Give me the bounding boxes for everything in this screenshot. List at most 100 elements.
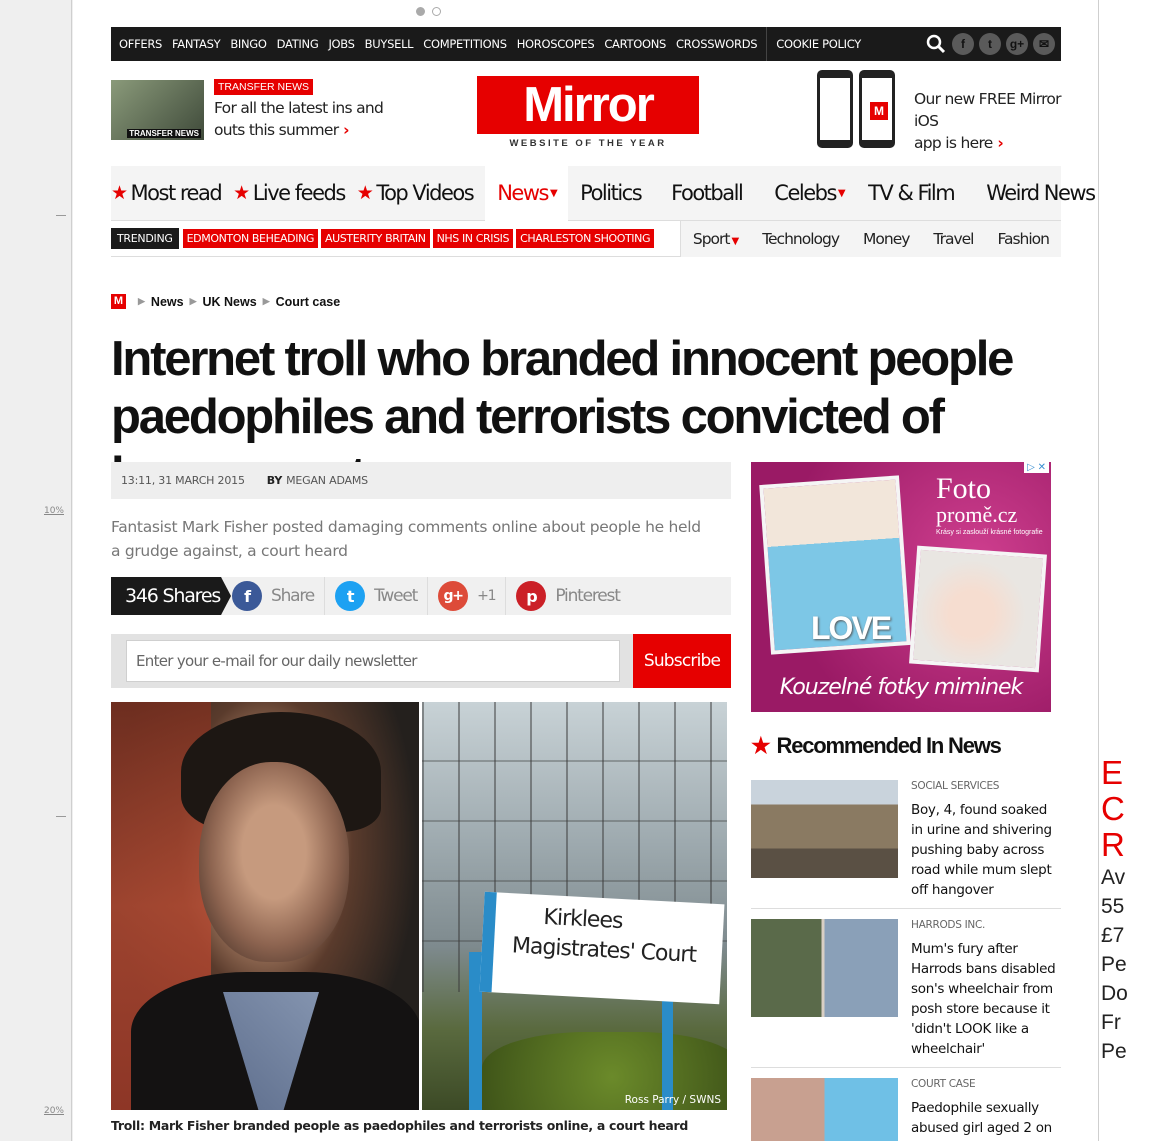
divider bbox=[766, 27, 768, 61]
email-icon[interactable]: ✉ bbox=[1033, 33, 1055, 55]
trending-tag[interactable]: AUSTERITY BRITAIN bbox=[321, 229, 430, 248]
promo-line-1[interactable]: For all the latest ins and bbox=[214, 97, 384, 119]
nav-label: Weird News bbox=[986, 181, 1096, 205]
court-sign-photo[interactable]: Kirklees Magistrates' Court Ross Parry /… bbox=[422, 702, 727, 1110]
app-promo-line-1[interactable]: Our new FREE Mirror iOS bbox=[914, 88, 1074, 132]
transfer-news-thumbnail[interactable]: TRANSFER NEWS bbox=[111, 80, 204, 140]
nav-tv-film[interactable]: TV & Film bbox=[856, 166, 966, 221]
gutter-mark-10: 10% bbox=[43, 506, 64, 516]
left-scroll-gutter: 10% 20% bbox=[0, 0, 72, 1141]
ad-brand: Foto promě.cz Krásy si zaslouží krásné f… bbox=[936, 474, 1043, 537]
topnav-bingo[interactable]: BINGO bbox=[225, 37, 271, 51]
star-icon: ★ bbox=[111, 182, 128, 204]
google-plus-icon[interactable]: g+ bbox=[1006, 33, 1028, 55]
recommended-headline[interactable]: Boy, 4, found soaked in urine and shiver… bbox=[911, 800, 1061, 900]
subnav-fashion[interactable]: Fashion bbox=[985, 230, 1061, 248]
topnav-competitions[interactable]: COMPETITIONS bbox=[418, 37, 511, 51]
photo-caption: Troll: Mark Fisher branded people as pae… bbox=[111, 1118, 689, 1133]
breadcrumb-uk-news[interactable]: UK News bbox=[203, 295, 257, 309]
breadcrumb-news[interactable]: News bbox=[151, 295, 184, 309]
clipped-text: E bbox=[1101, 754, 1124, 791]
trending-tag[interactable]: NHS IN CRISIS bbox=[432, 229, 514, 248]
topnav-buysell[interactable]: BUYSELL bbox=[360, 37, 419, 51]
breadcrumb-court-case[interactable]: Court case bbox=[276, 295, 341, 309]
subscribe-button[interactable]: Subscribe bbox=[633, 634, 731, 688]
star-icon: ★ bbox=[356, 182, 374, 204]
clipped-text: Av bbox=[1101, 866, 1126, 889]
mark-fisher-photo[interactable] bbox=[111, 702, 419, 1110]
recommended-thumbnail[interactable] bbox=[751, 780, 898, 878]
nav-news[interactable]: News ▼ bbox=[485, 165, 569, 221]
search-icon[interactable] bbox=[925, 33, 947, 55]
chevron-right-icon: ▶ bbox=[138, 296, 145, 306]
facebook-share-button[interactable]: f Share bbox=[221, 577, 324, 615]
topnav-crosswords[interactable]: CROSSWORDS bbox=[671, 37, 762, 51]
recommended-headline[interactable]: Paedophile sexually abused girl aged 2 o… bbox=[911, 1098, 1061, 1138]
recommended-item[interactable]: SOCIAL SERVICES Boy, 4, found soaked in … bbox=[751, 780, 1061, 900]
star-icon: ★ bbox=[751, 733, 771, 758]
chevron-right-icon: › bbox=[992, 134, 1004, 152]
recommended-item[interactable]: HARRODS INC. Mum's fury after Harrods ba… bbox=[751, 919, 1061, 1059]
sub-nav: Sport ▼ Technology Money Travel Fashion bbox=[679, 220, 1061, 257]
topnav-dating[interactable]: DATING bbox=[272, 37, 324, 51]
recommended-item[interactable]: COURT CASE Paedophile sexually abused gi… bbox=[751, 1078, 1061, 1141]
ad-photo-baby-sleeping bbox=[909, 545, 1047, 673]
recommended-kicker[interactable]: SOCIAL SERVICES bbox=[911, 780, 999, 792]
trending-tag[interactable]: CHARLESTON SHOOTING bbox=[516, 229, 655, 248]
nav-football[interactable]: Football bbox=[653, 166, 754, 221]
transfer-news-tag[interactable]: TRANSFER NEWS bbox=[214, 79, 314, 95]
nav-label: News bbox=[497, 181, 549, 205]
carousel-dot-active[interactable] bbox=[416, 7, 425, 16]
chevron-right-icon: › bbox=[338, 121, 349, 139]
author-link[interactable]: MEGAN ADAMS bbox=[286, 474, 368, 487]
carousel-dot[interactable] bbox=[432, 7, 441, 16]
chevron-right-icon: ▶ bbox=[189, 296, 197, 306]
pinterest-share-button[interactable]: p Pinterest bbox=[505, 577, 629, 615]
subnav-sport[interactable]: Sport ▼ bbox=[681, 230, 750, 248]
app-promo-line-2[interactable]: app is here bbox=[914, 134, 993, 152]
phone-image bbox=[817, 70, 853, 148]
nav-politics[interactable]: Politics bbox=[568, 166, 653, 221]
nav-top-videos[interactable]: ★ Top Videos bbox=[357, 166, 485, 221]
twitter-share-button[interactable]: t Tweet bbox=[324, 577, 427, 615]
divider bbox=[751, 908, 1061, 909]
topnav-offers[interactable]: OFFERS bbox=[111, 37, 167, 51]
recommended-kicker[interactable]: COURT CASE bbox=[911, 1078, 976, 1090]
topnav-cartoons[interactable]: CARTOONS bbox=[599, 37, 671, 51]
subnav-money[interactable]: Money bbox=[851, 230, 921, 248]
nav-live-feeds[interactable]: ★ Live feeds bbox=[233, 166, 357, 221]
clipped-text: R bbox=[1101, 826, 1125, 863]
recommended-heading: ★ Recommended In News bbox=[751, 733, 1002, 759]
advertisement[interactable]: ▷ ✕ Foto promě.cz Krásy si zaslouží krás… bbox=[751, 462, 1051, 712]
nav-celebs[interactable]: Celebs ▼ bbox=[754, 166, 856, 221]
google-plus-share-button[interactable]: g+ +1 bbox=[427, 577, 505, 615]
topnav-fantasy[interactable]: FANTASY bbox=[167, 37, 225, 51]
twitter-icon[interactable]: t bbox=[979, 33, 1001, 55]
topnav-cookie-policy[interactable]: COOKIE POLICY bbox=[771, 37, 866, 51]
carousel-dots[interactable] bbox=[416, 3, 448, 21]
pinterest-icon: p bbox=[516, 581, 547, 611]
chevron-right-icon: ▶ bbox=[262, 296, 270, 306]
nav-label: Football bbox=[671, 181, 744, 205]
ad-slogan: Kouzelné fotky miminek bbox=[779, 675, 1024, 700]
trending-tag[interactable]: EDMONTON BEHEADING bbox=[182, 229, 319, 248]
adchoices-icon[interactable]: ▷ ✕ bbox=[1024, 462, 1049, 473]
page: OFFERS FANTASY BINGO DATING JOBS BUYSELL… bbox=[73, 0, 1098, 1141]
topnav-jobs[interactable]: JOBS bbox=[323, 37, 359, 51]
star-icon: ★ bbox=[233, 182, 250, 204]
nav-weird-news[interactable]: Weird News bbox=[966, 166, 1098, 221]
newsletter-email-input[interactable]: Enter your e-mail for our daily newslett… bbox=[126, 640, 620, 682]
promo-line-2[interactable]: outs this summer bbox=[214, 121, 339, 139]
facebook-icon[interactable]: f bbox=[952, 33, 974, 55]
subnav-technology[interactable]: Technology bbox=[750, 230, 851, 248]
subnav-travel[interactable]: Travel bbox=[921, 230, 985, 248]
mirror-home-icon[interactable]: M bbox=[111, 294, 126, 309]
nav-most-read[interactable]: ★ Most read bbox=[111, 166, 233, 221]
mirror-logo[interactable]: Mirror bbox=[477, 76, 699, 134]
recommended-thumbnail[interactable] bbox=[751, 1078, 898, 1141]
recommended-thumbnail[interactable] bbox=[751, 919, 898, 1017]
clipped-text: £7 bbox=[1101, 924, 1125, 947]
recommended-kicker[interactable]: HARRODS INC. bbox=[911, 919, 985, 931]
recommended-headline[interactable]: Mum's fury after Harrods bans disabled s… bbox=[911, 939, 1061, 1059]
topnav-horoscopes[interactable]: HOROSCOPES bbox=[512, 37, 600, 51]
